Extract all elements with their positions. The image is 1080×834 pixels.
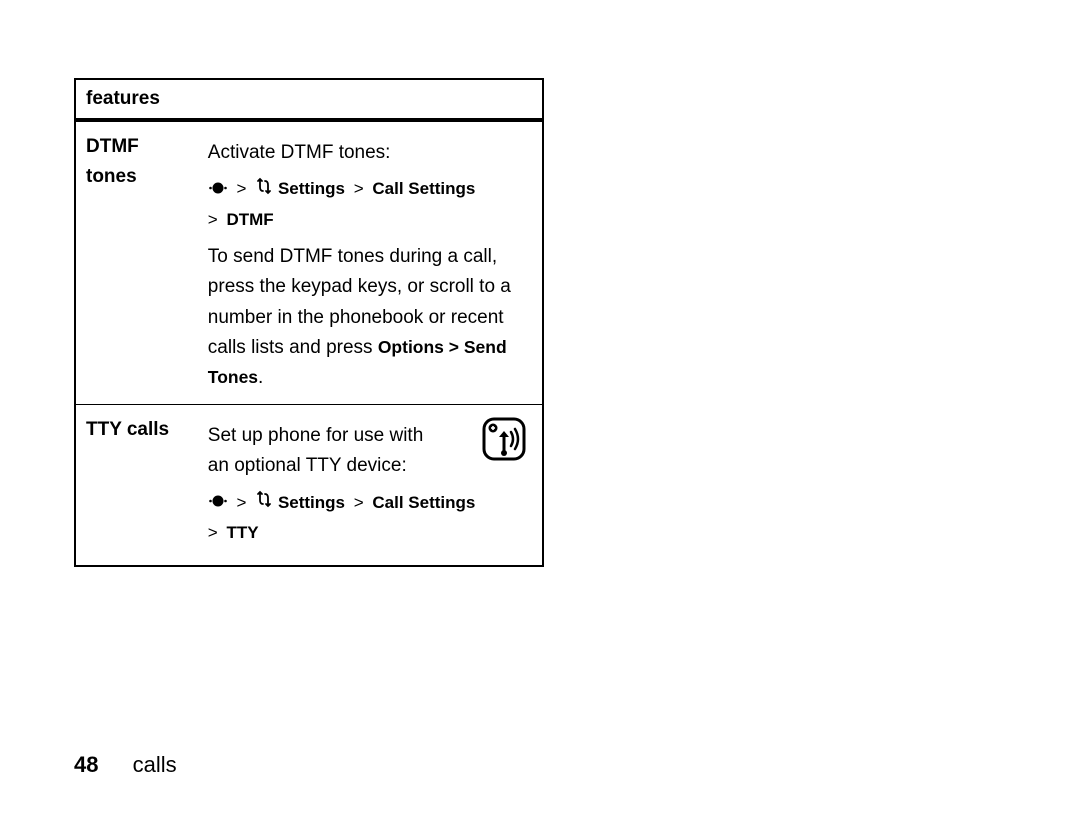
nav-path: > Settings > Call Settings > DTMF bbox=[208, 174, 532, 235]
nav-separator: > bbox=[208, 210, 222, 229]
tools-icon bbox=[255, 488, 273, 519]
intro-text: Set up phone for use with an optional TT… bbox=[208, 421, 448, 482]
nav-step-3: DTMF bbox=[226, 210, 273, 229]
feature-description: Activate DTMF tones: > bbox=[198, 120, 543, 404]
nav-step-3: TTY bbox=[226, 523, 258, 542]
nav-path: > Settings > Call Settings > TTY bbox=[208, 488, 532, 549]
network-dependent-icon bbox=[482, 417, 526, 471]
table-header-row: features bbox=[75, 79, 543, 120]
page-footer: 48 calls bbox=[74, 752, 177, 778]
nav-separator: > bbox=[208, 523, 222, 542]
nav-separator: > bbox=[350, 179, 368, 198]
feature-description: Set up phone for use with an optional TT… bbox=[198, 404, 543, 566]
nav-step-2: Call Settings bbox=[372, 493, 475, 512]
features-table: features DTMF tones Activate DTMF tones:… bbox=[74, 78, 544, 567]
feature-label: DTMF tones bbox=[75, 120, 198, 404]
intro-text: Activate DTMF tones: bbox=[208, 138, 532, 168]
body-post: . bbox=[258, 367, 263, 388]
table-row: TTY calls Set up phone for use with an o… bbox=[75, 404, 543, 566]
section-title: calls bbox=[133, 752, 177, 777]
nav-step-2: Call Settings bbox=[372, 179, 475, 198]
table-header: features bbox=[75, 79, 543, 120]
center-key-icon bbox=[208, 175, 228, 206]
body-text: To send DTMF tones during a call, press … bbox=[208, 242, 532, 394]
tools-icon bbox=[255, 175, 273, 206]
nav-separator: > bbox=[233, 179, 251, 198]
page-number: 48 bbox=[74, 752, 98, 777]
manual-page: features DTMF tones Activate DTMF tones:… bbox=[0, 0, 1080, 834]
nav-step-1: Settings bbox=[278, 493, 345, 512]
center-key-icon bbox=[208, 488, 228, 519]
nav-separator: > bbox=[233, 493, 251, 512]
nav-step-1: Settings bbox=[278, 179, 345, 198]
table-row: DTMF tones Activate DTMF tones: > bbox=[75, 120, 543, 404]
nav-separator: > bbox=[350, 493, 368, 512]
feature-label: TTY calls bbox=[75, 404, 198, 566]
